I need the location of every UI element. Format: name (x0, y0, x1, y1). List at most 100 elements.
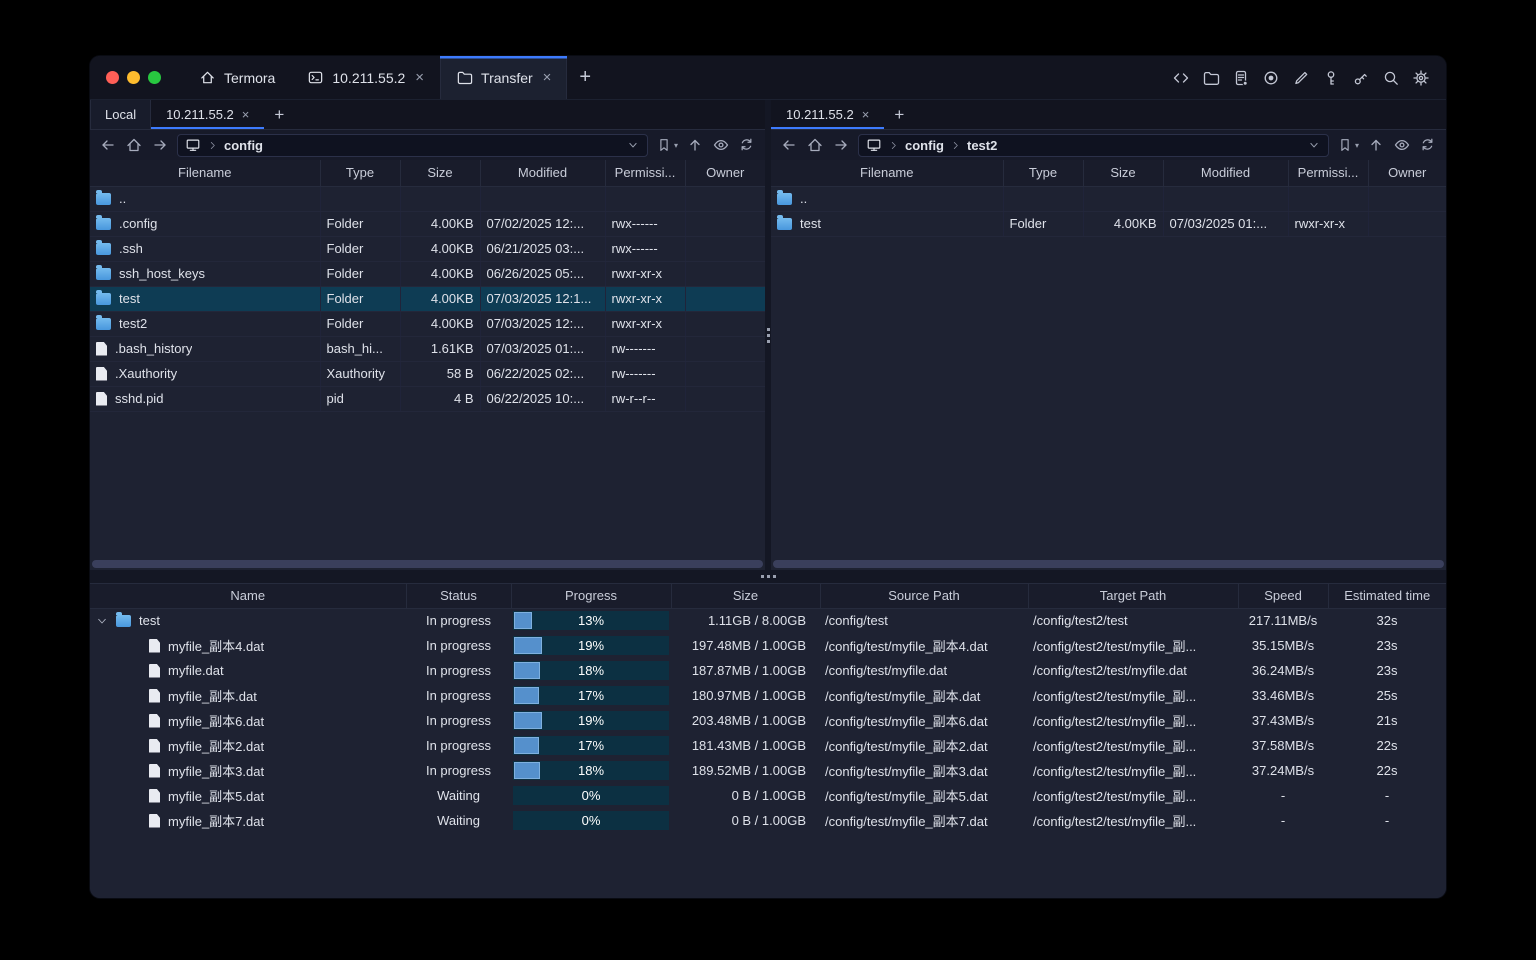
back-icon[interactable] (99, 136, 117, 154)
transfer-eta: - (1384, 813, 1390, 828)
transfer-row[interactable]: myfile_副本4.dat In progress 19% 197.48MB … (90, 633, 1446, 658)
refresh-icon[interactable] (738, 136, 756, 154)
breadcrumb-segment[interactable]: config (905, 138, 944, 153)
keychain-icon[interactable] (1352, 69, 1370, 87)
tab-transfer[interactable]: Transfer × (440, 56, 568, 99)
new-panel-tab-button[interactable]: + (884, 100, 914, 129)
path-breadcrumb[interactable]: config test2 (858, 133, 1329, 157)
back-icon[interactable] (780, 136, 798, 154)
transfer-size: 187.87MB / 1.00GB (691, 663, 806, 678)
horizontal-scrollbar[interactable] (771, 558, 1446, 570)
breadcrumb-segment[interactable]: test2 (967, 138, 997, 153)
forward-icon[interactable] (151, 136, 169, 154)
progress-label: 0% (581, 813, 601, 828)
transfer-splitter[interactable] (90, 570, 1446, 584)
file-row[interactable]: test2 Folder 4.00KB 07/03/2025 12:... rw… (90, 311, 765, 337)
transfer-row[interactable]: myfile_副本.dat In progress 17% 180.97MB /… (90, 683, 1446, 708)
file-row[interactable]: .. (771, 186, 1446, 212)
close-tab-icon[interactable]: × (543, 69, 552, 86)
column-header-size[interactable]: Size (400, 160, 481, 187)
file-row[interactable]: .Xauthority Xauthority 58 B 06/22/2025 0… (90, 361, 765, 387)
transfer-row[interactable]: test In progress 13% 1.11GB / 8.00GB /co… (90, 608, 1446, 633)
bookmark-button[interactable]: ▾ (656, 137, 678, 153)
column-header-source-path[interactable]: Source Path (820, 584, 1029, 609)
path-breadcrumb[interactable]: config (177, 133, 648, 157)
file-row[interactable]: sshd.pid pid 4 B 06/22/2025 10:... rw-r-… (90, 386, 765, 412)
tab-termora[interactable]: Termora (183, 56, 291, 99)
edit-icon[interactable] (1292, 69, 1310, 87)
chevron-down-icon[interactable] (1307, 138, 1321, 152)
horizontal-scrollbar[interactable] (90, 558, 765, 570)
column-header-permissions[interactable]: Permissi... (605, 160, 686, 187)
scrollbar-thumb[interactable] (773, 560, 1444, 568)
transfer-row[interactable]: myfile_副本5.dat Waiting 0% 0 B / 1.00GB /… (90, 783, 1446, 808)
home-icon[interactable] (125, 136, 143, 154)
chevron-down-icon[interactable] (96, 615, 108, 627)
record-icon[interactable] (1262, 69, 1280, 87)
tab-remote-session[interactable]: 10.211.55.2 × (151, 100, 264, 129)
column-header-speed[interactable]: Speed (1238, 584, 1329, 609)
close-window-button[interactable] (106, 71, 119, 84)
tab-session[interactable]: 10.211.55.2 × (291, 56, 440, 99)
column-header-owner[interactable]: Owner (685, 160, 765, 187)
close-tab-icon[interactable]: × (242, 107, 250, 122)
column-header-size[interactable]: Size (671, 584, 821, 609)
close-tab-icon[interactable]: × (862, 107, 870, 122)
column-header-status[interactable]: Status (406, 584, 512, 609)
transfer-row[interactable]: myfile.dat In progress 18% 187.87MB / 1.… (90, 658, 1446, 683)
zoom-window-button[interactable] (148, 71, 161, 84)
column-header-type[interactable]: Type (1003, 160, 1084, 187)
log-icon[interactable] (1232, 69, 1250, 87)
home-icon[interactable] (806, 136, 824, 154)
tab-remote-session[interactable]: 10.211.55.2 × (771, 100, 884, 129)
forward-icon[interactable] (832, 136, 850, 154)
file-row[interactable]: test Folder 4.00KB 07/03/2025 01:... rwx… (771, 211, 1446, 237)
folder-icon[interactable] (1202, 69, 1220, 87)
refresh-icon[interactable] (1419, 136, 1437, 154)
column-header-filename[interactable]: Filename (90, 160, 321, 187)
column-header-modified[interactable]: Modified (480, 160, 606, 187)
new-tab-button[interactable]: + (567, 56, 603, 99)
column-header-size[interactable]: Size (1083, 160, 1164, 187)
column-header-modified[interactable]: Modified (1163, 160, 1289, 187)
column-header-permissions[interactable]: Permissi... (1288, 160, 1369, 187)
search-icon[interactable] (1382, 69, 1400, 87)
key-icon[interactable] (1322, 69, 1340, 87)
column-header-name[interactable]: Name (90, 584, 407, 609)
tab-local[interactable]: Local (90, 100, 152, 129)
transfer-row[interactable]: myfile_副本2.dat In progress 17% 181.43MB … (90, 733, 1446, 758)
file-row[interactable]: .config Folder 4.00KB 07/02/2025 12:... … (90, 211, 765, 237)
settings-icon[interactable] (1412, 69, 1430, 87)
column-header-type[interactable]: Type (320, 160, 401, 187)
transfer-size: 197.48MB / 1.00GB (691, 638, 806, 653)
transfer-row[interactable]: myfile_副本7.dat Waiting 0% 0 B / 1.00GB /… (90, 808, 1446, 833)
column-header-filename[interactable]: Filename (771, 160, 1004, 187)
breadcrumb-segment[interactable]: config (224, 138, 263, 153)
column-header-progress[interactable]: Progress (511, 584, 672, 609)
column-header-target-path[interactable]: Target Path (1028, 584, 1239, 609)
file-row[interactable]: .bash_history bash_hi... 1.61KB 07/03/20… (90, 336, 765, 362)
show-hidden-icon[interactable] (712, 136, 730, 154)
parent-directory-icon[interactable] (1367, 136, 1385, 154)
new-panel-tab-button[interactable]: + (264, 100, 294, 129)
file-row[interactable]: .ssh Folder 4.00KB 06/21/2025 03:... rwx… (90, 236, 765, 262)
column-header-estimated-time[interactable]: Estimated time (1328, 584, 1446, 609)
code-icon[interactable] (1172, 69, 1190, 87)
tab-label: Local (105, 107, 137, 122)
file-row[interactable]: ssh_host_keys Folder 4.00KB 06/26/2025 0… (90, 261, 765, 287)
progress-bar: 13% (513, 611, 669, 631)
bookmark-button[interactable]: ▾ (1337, 137, 1359, 153)
right-toolbar: config test2 ▾ (771, 130, 1446, 160)
minimize-window-button[interactable] (127, 71, 140, 84)
file-row[interactable]: .. (90, 186, 765, 212)
file-row[interactable]: test Folder 4.00KB 07/03/2025 12:1... rw… (90, 286, 765, 312)
scrollbar-thumb[interactable] (92, 560, 763, 568)
transfer-row[interactable]: myfile_副本3.dat In progress 18% 189.52MB … (90, 758, 1446, 783)
parent-directory-icon[interactable] (686, 136, 704, 154)
close-tab-icon[interactable]: × (415, 69, 424, 86)
transfer-row[interactable]: myfile_副本6.dat In progress 19% 203.48MB … (90, 708, 1446, 733)
show-hidden-icon[interactable] (1393, 136, 1411, 154)
column-header-owner[interactable]: Owner (1368, 160, 1446, 187)
chevron-down-icon[interactable] (626, 138, 640, 152)
file-owner (1368, 211, 1446, 237)
